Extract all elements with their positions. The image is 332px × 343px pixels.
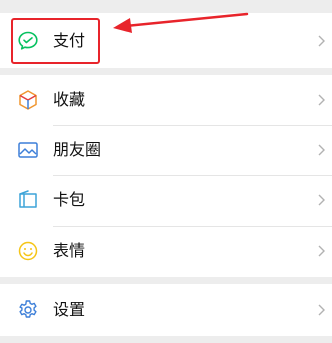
gear-icon [19,300,37,318]
menu-item-stickers-label: 表情 [53,241,86,260]
me-menu-screen: 支付 收藏 朋友圈 卡包 表情 设置 [0,0,332,343]
menu-item-card-wallet[interactable]: 卡包 [0,176,332,226]
favorites-cube-icon [19,90,37,110]
menu-item-moments-label: 朋友圈 [53,140,102,159]
settings-section: 设置 [0,284,332,336]
moments-image-icon [18,142,38,158]
menu-item-settings[interactable]: 设置 [0,285,332,335]
menu-item-stickers[interactable]: 表情 [0,227,332,277]
chevron-right-icon [318,245,325,257]
chevron-right-icon [318,94,325,106]
features-section: 收藏 朋友圈 卡包 表情 [0,75,332,277]
menu-item-favorites[interactable]: 收藏 [0,75,332,125]
highlight-box-annotation [11,18,100,64]
menu-item-moments[interactable]: 朋友圈 [0,126,332,176]
chevron-right-icon [318,35,325,47]
menu-item-card-wallet-label: 卡包 [53,190,86,209]
chevron-right-icon [318,194,325,206]
chevron-right-icon [318,144,325,156]
card-wallet-icon [19,190,37,208]
chevron-right-icon [318,304,325,316]
menu-item-favorites-label: 收藏 [53,90,86,109]
smiley-face-icon [18,241,38,261]
menu-item-settings-label: 设置 [53,300,86,319]
